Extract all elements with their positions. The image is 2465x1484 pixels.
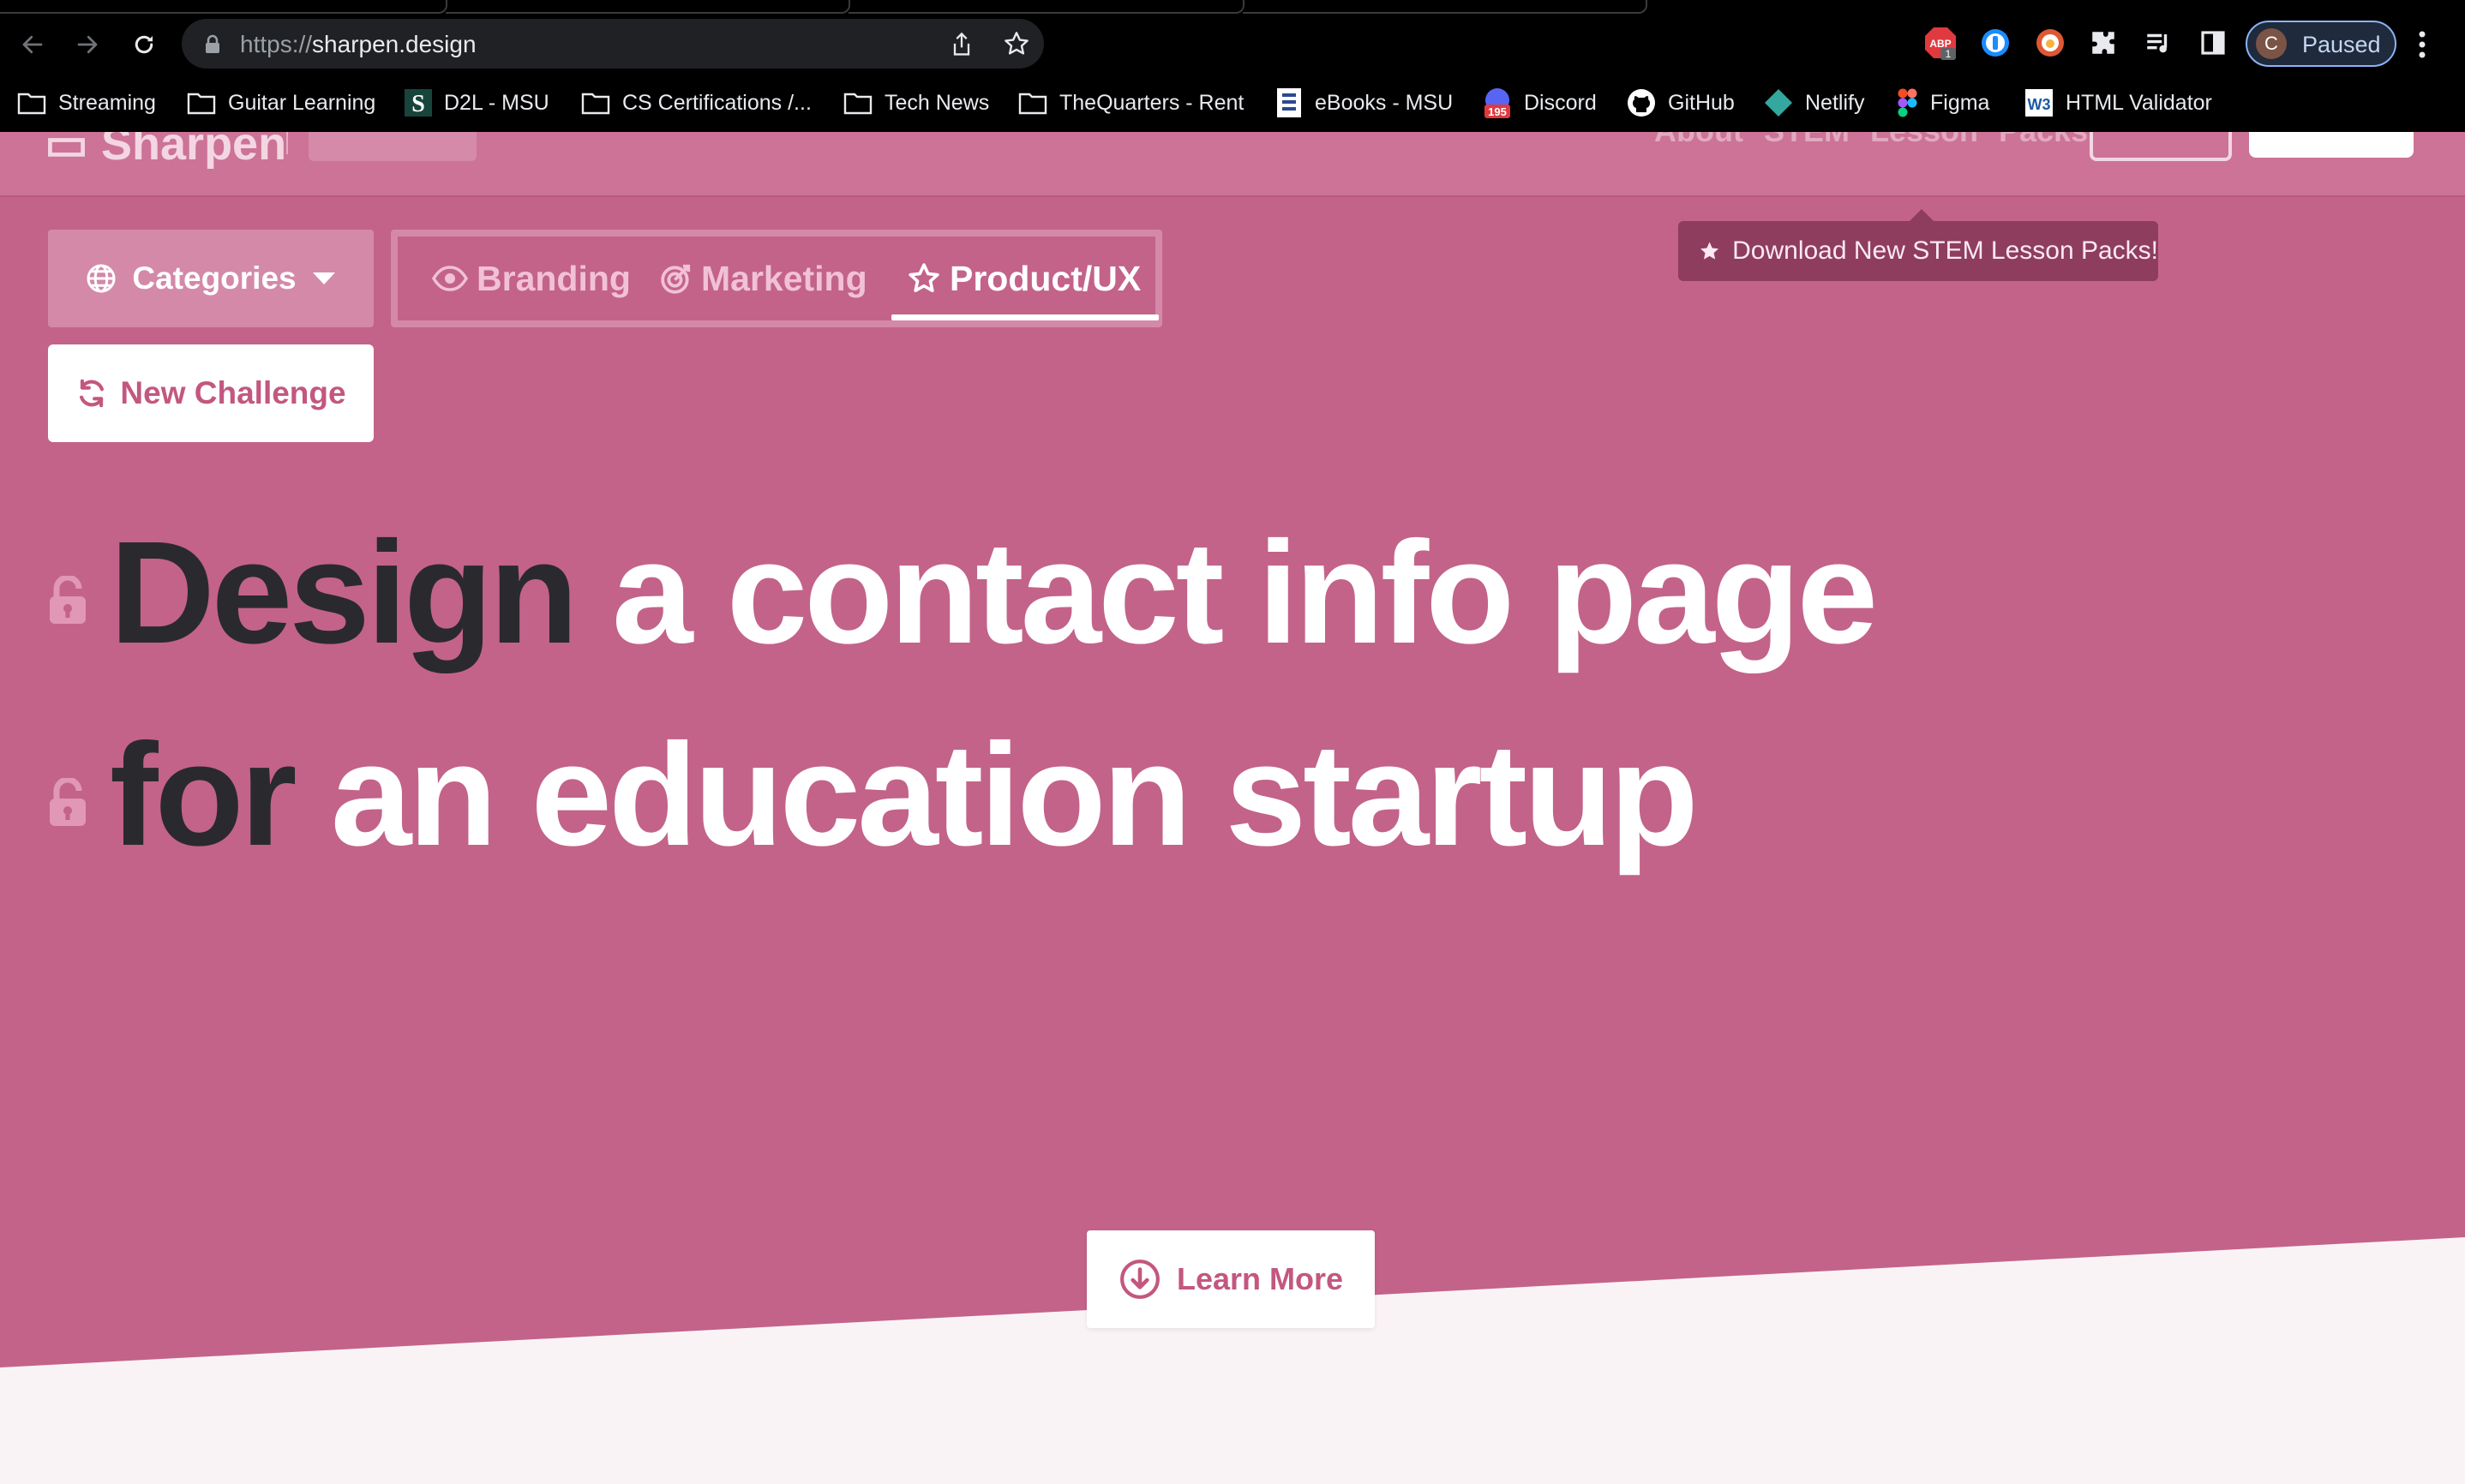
- folder-icon: [581, 93, 610, 115]
- discord-icon: 195: [1484, 88, 1510, 118]
- w3c-icon: W3: [2025, 89, 2053, 117]
- media-control-button[interactable]: [2141, 26, 2175, 60]
- bookmark-label: Streaming: [58, 90, 156, 115]
- abp-extension[interactable]: ABP 1: [1923, 26, 1958, 60]
- learn-more-label: Learn More: [1176, 1261, 1344, 1296]
- bookmark-label: GitHub: [1668, 90, 1735, 115]
- folder-icon: [187, 93, 216, 115]
- svg-text:W3: W3: [2028, 96, 2051, 113]
- bookmark-streaming[interactable]: Streaming: [17, 82, 156, 123]
- 1password-extension[interactable]: [1978, 26, 2012, 60]
- tab[interactable]: [0, 0, 447, 14]
- folder-icon: [1018, 93, 1047, 115]
- bookmark-discord[interactable]: 195 Discord: [1483, 82, 1597, 123]
- bookmark-netlify[interactable]: Netlify: [1764, 82, 1864, 123]
- bookmark-label: TheQuarters - Rent: [1059, 90, 1244, 115]
- bookmark-d2l-msu[interactable]: S D2L - MSU: [405, 82, 549, 123]
- reload-button[interactable]: [123, 24, 165, 65]
- bookmark-ebooks-msu[interactable]: eBooks - MSU: [1275, 82, 1453, 123]
- puzzle-icon: [2092, 32, 2114, 54]
- forward-button[interactable]: [67, 24, 108, 65]
- more-vert-icon: [2419, 31, 2426, 58]
- bookmark-label: Netlify: [1805, 90, 1865, 115]
- learn-more-button[interactable]: Learn More: [1087, 1230, 1375, 1328]
- figma-icon: [1898, 88, 1917, 117]
- arrow-left-icon: [22, 35, 43, 54]
- bookmark-label: Tech News: [885, 90, 990, 115]
- 1password-icon: [1982, 29, 2009, 57]
- share-icon[interactable]: [950, 31, 974, 58]
- bookmark-tech-news[interactable]: Tech News: [843, 82, 989, 123]
- duckduckgo-icon: [2036, 29, 2064, 57]
- url-text: https://sharpen.design: [240, 31, 477, 58]
- media-icon: [2147, 33, 2168, 53]
- avatar: C: [2256, 28, 2287, 59]
- bookmark-star-icon[interactable]: [1003, 30, 1030, 57]
- folder-icon: [17, 93, 46, 115]
- bookmark-label: eBooks - MSU: [1315, 90, 1454, 115]
- page-content: ▭ Sharpen About STEM Lesson Packs Downlo…: [0, 132, 2465, 1484]
- svg-text:195: 195: [1488, 105, 1507, 118]
- svg-text:S: S: [411, 91, 425, 117]
- browser-menu-button[interactable]: [2415, 27, 2429, 66]
- url-host: sharpen.design: [312, 31, 477, 57]
- tab[interactable]: [446, 0, 850, 14]
- bookmark-cs-certifications[interactable]: CS Certifications /...: [581, 82, 812, 123]
- bookmark-label: Discord: [1524, 90, 1597, 115]
- svg-text:1: 1: [1946, 48, 1952, 60]
- bookmark-thequarters-rent[interactable]: TheQuarters - Rent: [1018, 82, 1244, 123]
- bookmark-label: Figma: [1930, 90, 1990, 115]
- url-scheme: https://: [240, 31, 313, 57]
- bookmark-label: CS Certifications /...: [622, 90, 812, 115]
- tab[interactable]: [1243, 0, 1647, 14]
- arrow-right-icon: [77, 35, 98, 54]
- lock-icon: [206, 34, 219, 53]
- browser-chrome: https://sharpen.design ABP 1 C Paused Str…: [0, 0, 2465, 132]
- folder-icon: [843, 93, 873, 115]
- side-panel-button[interactable]: [2196, 26, 2230, 60]
- bookmark-label: D2L - MSU: [444, 90, 549, 115]
- netlify-icon: [1765, 89, 1792, 117]
- address-bar[interactable]: https://sharpen.design: [182, 19, 1044, 69]
- abp-icon: ABP1: [1925, 27, 1956, 60]
- duckduckgo-extension[interactable]: [2033, 26, 2067, 60]
- bookmark-github[interactable]: GitHub: [1627, 82, 1735, 123]
- extensions-button[interactable]: [2086, 26, 2120, 60]
- profile-button[interactable]: C Paused: [2246, 21, 2396, 67]
- tab-strip: [0, 0, 2465, 14]
- bookmark-label: Guitar Learning: [228, 90, 376, 115]
- bookmark-guitar-learning[interactable]: Guitar Learning: [187, 82, 375, 123]
- github-icon: [1628, 89, 1655, 117]
- bookmark-figma[interactable]: Figma: [1898, 82, 1989, 123]
- profile-status: Paused: [2302, 32, 2381, 57]
- bookmark-html-validator[interactable]: W3 HTML Validator: [2024, 82, 2212, 123]
- sidepanel-icon: [2201, 31, 2225, 55]
- bookmark-label: HTML Validator: [2066, 90, 2212, 115]
- tab[interactable]: [849, 0, 1244, 14]
- ebooks-icon: [1277, 88, 1301, 117]
- d2l-icon: S: [405, 89, 432, 117]
- reload-icon: [135, 35, 153, 54]
- back-button[interactable]: [12, 24, 53, 65]
- arrow-down-circle-icon: [1120, 1260, 1160, 1299]
- bookmarks-bar: Streaming Guitar Learning S D2L - MSU CS…: [0, 82, 2465, 132]
